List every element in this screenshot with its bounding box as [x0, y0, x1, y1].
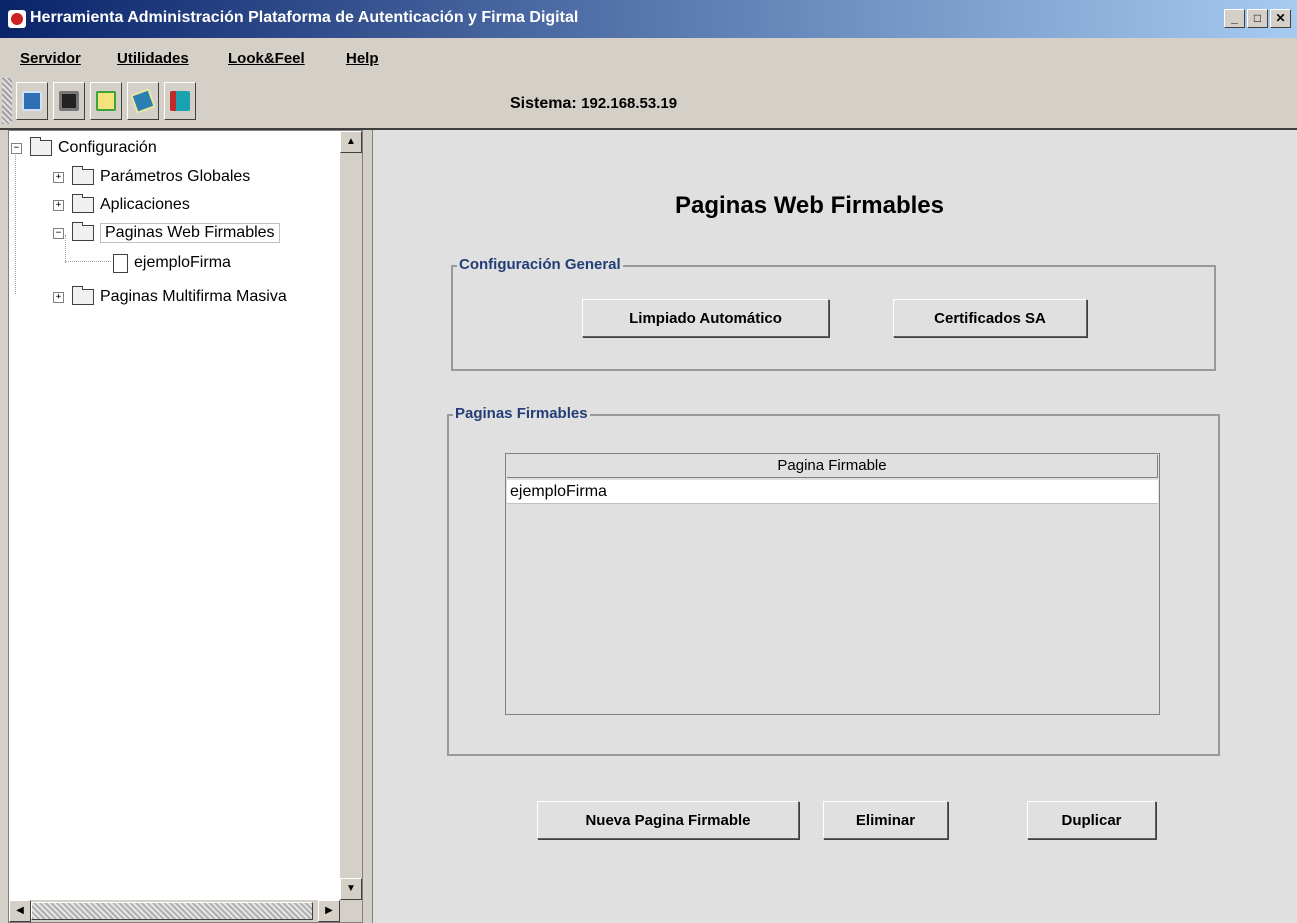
- folder-icon: [72, 194, 94, 213]
- app-icon: [8, 10, 26, 28]
- menu-servidor[interactable]: Servidor: [20, 50, 81, 67]
- scroll-corner: [340, 900, 362, 922]
- sistema-label: Sistema: 192.168.53.19: [510, 95, 678, 112]
- tree-line: [65, 261, 111, 262]
- nueva-pagina-firmable-button[interactable]: Nueva Pagina Firmable: [537, 801, 799, 839]
- toolbar: Sistema: 192.168.53.19: [0, 74, 1297, 130]
- menu-bar: Servidor Utilidades Look&Feel Help: [0, 38, 1297, 74]
- title-bar: Herramienta Administración Plataforma de…: [0, 0, 1297, 38]
- save-button[interactable]: [53, 82, 85, 120]
- tree-horizontal-scrollbar[interactable]: ◀ ▶: [9, 900, 340, 922]
- certificados-sa-button[interactable]: Certificados SA: [893, 299, 1087, 337]
- config-tree-panel: − Configuración + Parámetros Globales + …: [8, 130, 363, 923]
- folder-icon: [72, 166, 94, 185]
- scroll-left-arrow-icon[interactable]: ◀: [9, 900, 31, 922]
- group-title: Configuración General: [457, 256, 623, 273]
- expand-icon[interactable]: +: [53, 199, 64, 211]
- sistema-ip: 192.168.53.19: [581, 95, 678, 112]
- menu-lookandfeel[interactable]: Look&Feel: [228, 50, 305, 67]
- collapse-icon[interactable]: −: [11, 142, 22, 154]
- exit-button[interactable]: [164, 82, 196, 120]
- network-computer-icon: [22, 91, 42, 111]
- tree-node-paginas-web-firmables[interactable]: − Paginas Web Firmables: [53, 222, 280, 244]
- scroll-up-arrow-icon[interactable]: ▲: [340, 131, 362, 153]
- horizontal-scroll-thumb[interactable]: [31, 902, 313, 920]
- save-disk-icon: [59, 91, 79, 111]
- maximize-button[interactable]: □: [1247, 9, 1268, 28]
- tree-node-ejemplofirma[interactable]: ejemploFirma: [113, 252, 231, 274]
- folder-icon: [72, 286, 94, 305]
- expand-icon[interactable]: +: [53, 291, 64, 303]
- book-icon: [130, 88, 156, 114]
- duplicar-button[interactable]: Duplicar: [1027, 801, 1156, 839]
- exit-door-icon: [170, 91, 190, 111]
- split-pane-divider[interactable]: [363, 130, 373, 923]
- table-row[interactable]: ejemploFirma: [507, 480, 1158, 504]
- collapse-icon[interactable]: −: [53, 227, 64, 239]
- tree-vertical-scrollbar[interactable]: ▲ ▼: [340, 131, 362, 900]
- eliminar-button[interactable]: Eliminar: [823, 801, 948, 839]
- help-book-button[interactable]: [127, 82, 159, 120]
- menu-utilidades[interactable]: Utilidades: [117, 50, 189, 67]
- document-icon: [113, 253, 128, 273]
- table-column-header[interactable]: Pagina Firmable: [507, 455, 1158, 478]
- page-title: Paginas Web Firmables: [675, 192, 944, 219]
- tree-node-configuracion[interactable]: − Configuración: [11, 137, 157, 159]
- close-button[interactable]: ✕: [1270, 9, 1291, 28]
- paginas-firmables-table[interactable]: Pagina Firmable ejemploFirma: [505, 453, 1160, 715]
- refresh-button[interactable]: [90, 82, 122, 120]
- toolbar-grip[interactable]: [2, 78, 12, 124]
- limpiado-automatico-button[interactable]: Limpiado Automático: [582, 299, 829, 337]
- menu-help[interactable]: Help: [346, 50, 379, 67]
- minimize-button[interactable]: _: [1224, 9, 1245, 28]
- tree-line: [15, 148, 16, 294]
- refresh-icon: [96, 91, 116, 111]
- folder-icon: [72, 222, 94, 241]
- group-title: Paginas Firmables: [453, 405, 590, 422]
- window-title: Herramienta Administración Plataforma de…: [30, 9, 579, 26]
- configuracion-general-group: Configuración General: [451, 256, 1216, 371]
- connect-button[interactable]: [16, 82, 48, 120]
- tree-node-aplicaciones[interactable]: + Aplicaciones: [53, 194, 190, 216]
- tree-node-parametros-globales[interactable]: + Parámetros Globales: [53, 166, 250, 188]
- scroll-right-arrow-icon[interactable]: ▶: [318, 900, 340, 922]
- scroll-down-arrow-icon[interactable]: ▼: [340, 878, 362, 900]
- tree-node-paginas-multifirma-masiva[interactable]: + Paginas Multifirma Masiva: [53, 286, 287, 308]
- folder-icon: [30, 137, 52, 156]
- expand-icon[interactable]: +: [53, 171, 64, 183]
